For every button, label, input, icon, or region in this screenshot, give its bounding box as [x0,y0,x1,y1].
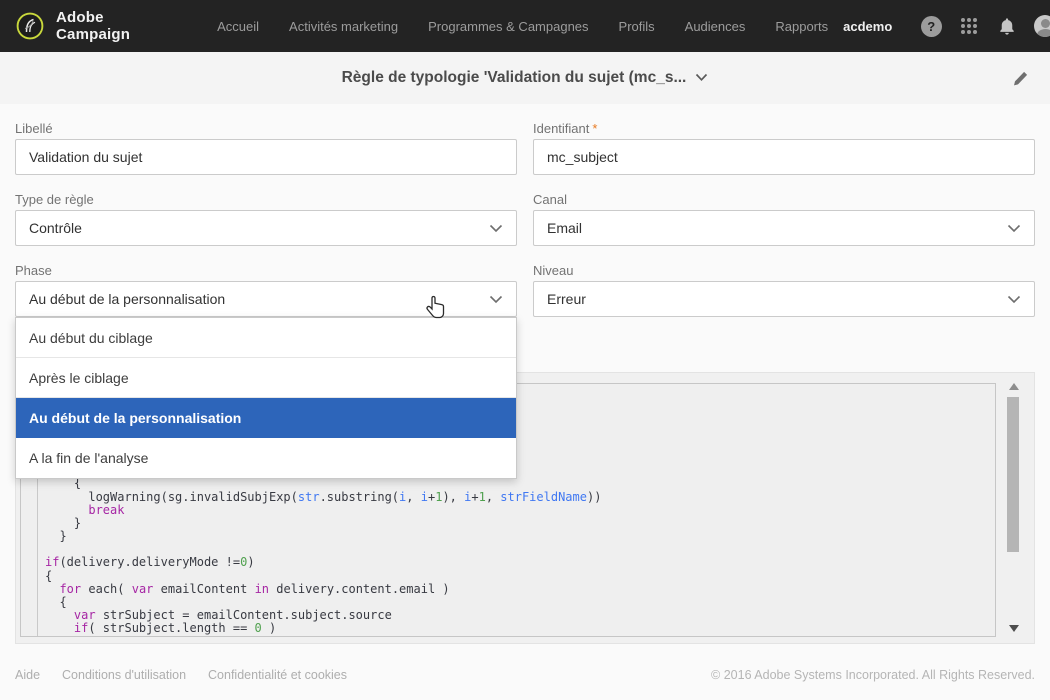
user-menu-button[interactable] [1033,14,1050,38]
dropdown-option-au-debut-de-la-personnalisation[interactable]: Au début de la personnalisation [16,398,516,438]
type-de-regle-select[interactable]: Contrôle [15,210,517,246]
adobe-campaign-page: Adobe Campaign Accueil Activités marketin… [0,0,1050,700]
main-nav: Accueil Activités marketing Programmes & C… [202,19,843,34]
canal-select[interactable]: Email [533,210,1035,246]
canal-value: Email [547,220,583,236]
footer-link-aide[interactable]: Aide [15,668,40,682]
niveau-select[interactable]: Erreur [533,281,1035,317]
brand[interactable]: Adobe Campaign [16,9,130,43]
chevron-down-icon [489,291,503,307]
adobe-campaign-logo-icon [16,12,44,40]
page-title-dropdown[interactable]: Règle de typologie 'Validation du sujet … [342,69,709,87]
copyright-text: © 2016 Adobe Systems Incorporated. All R… [711,668,1035,682]
code-scrollbar[interactable] [1007,379,1020,639]
navbar-right: acdemo ? [843,14,1050,38]
label-libelle: Libellé [15,121,53,136]
required-asterisk: * [592,121,598,136]
chevron-down-icon [1007,220,1021,236]
chevron-down-icon [1007,291,1021,307]
type-de-regle-value: Contrôle [29,220,82,236]
label-phase: Phase [15,263,52,278]
dropdown-option-apres-le-ciblage[interactable]: Après le ciblage [16,358,516,398]
chevron-down-icon [695,69,708,87]
page-header: Règle de typologie 'Validation du sujet … [0,52,1050,104]
nav-item-profils[interactable]: Profils [604,19,670,34]
niveau-value: Erreur [547,291,586,307]
label-niveau: Niveau [533,263,574,278]
apps-grid-icon[interactable] [957,14,981,38]
scroll-up-arrow-icon[interactable] [1008,383,1019,390]
phase-dropdown-list: Au début du ciblage Après le ciblage Au dé… [15,317,517,479]
scroll-down-arrow-icon[interactable] [1008,625,1019,632]
footer-link-conditions-d-utilisation[interactable]: Conditions d'utilisation [62,668,186,682]
nav-item-rapports[interactable]: Rapports [760,19,843,34]
phase-value: Au début de la personnalisation [29,291,226,307]
nav-item-activites-marketing[interactable]: Activités marketing [274,19,413,34]
phase-select[interactable]: Au début de la personnalisation [15,281,517,317]
notifications-bell-icon[interactable] [995,14,1019,38]
help-icon: ? [920,15,942,37]
brand-name: Adobe Campaign [56,9,131,43]
help-button[interactable]: ? [919,14,943,38]
account-name[interactable]: acdemo [843,19,892,34]
page-footer: Aide Conditions d'utilisation Confidential… [0,650,1050,700]
top-navbar: Adobe Campaign Accueil Activités marketin… [0,0,1050,52]
page-title: Règle de typologie 'Validation du sujet … [341,69,687,86]
footer-link-confidentialite-et-cookies[interactable]: Confidentialité et cookies [208,668,347,682]
user-avatar-icon [1034,15,1050,37]
label-canal: Canal [533,192,567,207]
scrollbar-thumb[interactable] [1007,397,1019,552]
label-identifiant: Identifiant * [533,121,598,136]
edit-pencil-icon[interactable] [1008,66,1032,90]
libelle-input[interactable] [15,139,517,175]
dropdown-option-a-la-fin-de-l-analyse[interactable]: A la fin de l'analyse [16,438,516,478]
nav-item-audiences[interactable]: Audiences [670,19,761,34]
chevron-down-icon [489,220,503,236]
identifiant-input[interactable] [533,139,1035,175]
label-type-de-regle: Type de règle [15,192,94,207]
nav-item-accueil[interactable]: Accueil [202,19,274,34]
footer-links: Aide Conditions d'utilisation Confidential… [15,668,369,682]
dropdown-option-au-debut-du-ciblage[interactable]: Au début du ciblage [16,318,516,358]
nav-item-programmes-campagnes[interactable]: Programmes & Campagnes [413,19,603,34]
